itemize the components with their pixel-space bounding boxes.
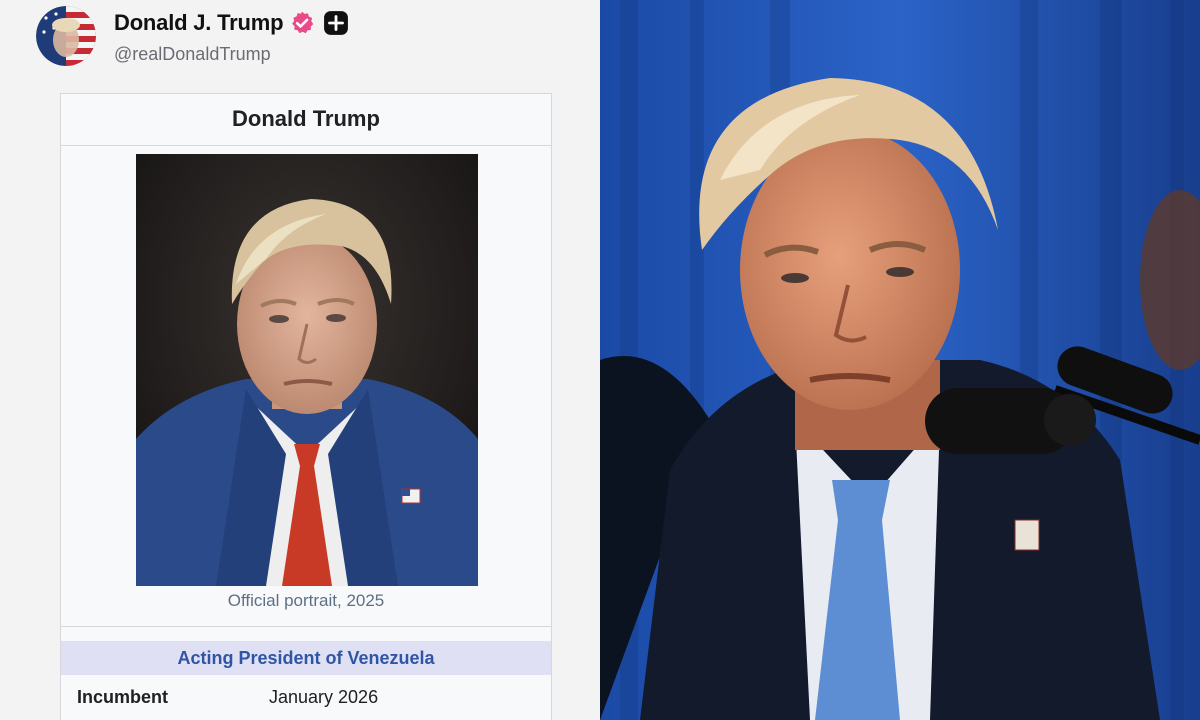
infobox-row-incumbent: Incumbent January 2026 (77, 687, 537, 713)
infobox-divider (61, 626, 551, 627)
field-label: Incumbent (77, 687, 169, 707)
portrait-image (136, 154, 478, 586)
avatar[interactable] (36, 6, 96, 66)
portrait-caption: Official portrait, 2025 (227, 591, 385, 610)
post-header: Donald J. Trump @realDonaldTrump (36, 6, 349, 66)
press-photo (600, 0, 1200, 720)
user-handle[interactable]: @realDonaldTrump (114, 44, 349, 65)
wiki-infobox: Donald Trump Official portrait, 2025 Act… (60, 93, 552, 720)
author-block: Donald J. Trump @realDonaldTrump (114, 8, 349, 65)
plus-badge-icon (324, 10, 349, 35)
post-panel: Donald J. Trump @realDonaldTrump Donald … (0, 0, 600, 720)
display-name[interactable]: Donald J. Trump (114, 10, 284, 36)
official-portrait (136, 154, 478, 586)
press-photo-image (600, 0, 1200, 720)
name-row: Donald J. Trump (114, 8, 349, 38)
avatar-image (36, 6, 96, 66)
infobox-title: Donald Trump (61, 94, 551, 146)
office-header[interactable]: Acting President of Venezuela (61, 641, 551, 675)
field-value: January 2026 (269, 687, 379, 707)
verified-badge-icon (292, 11, 314, 33)
